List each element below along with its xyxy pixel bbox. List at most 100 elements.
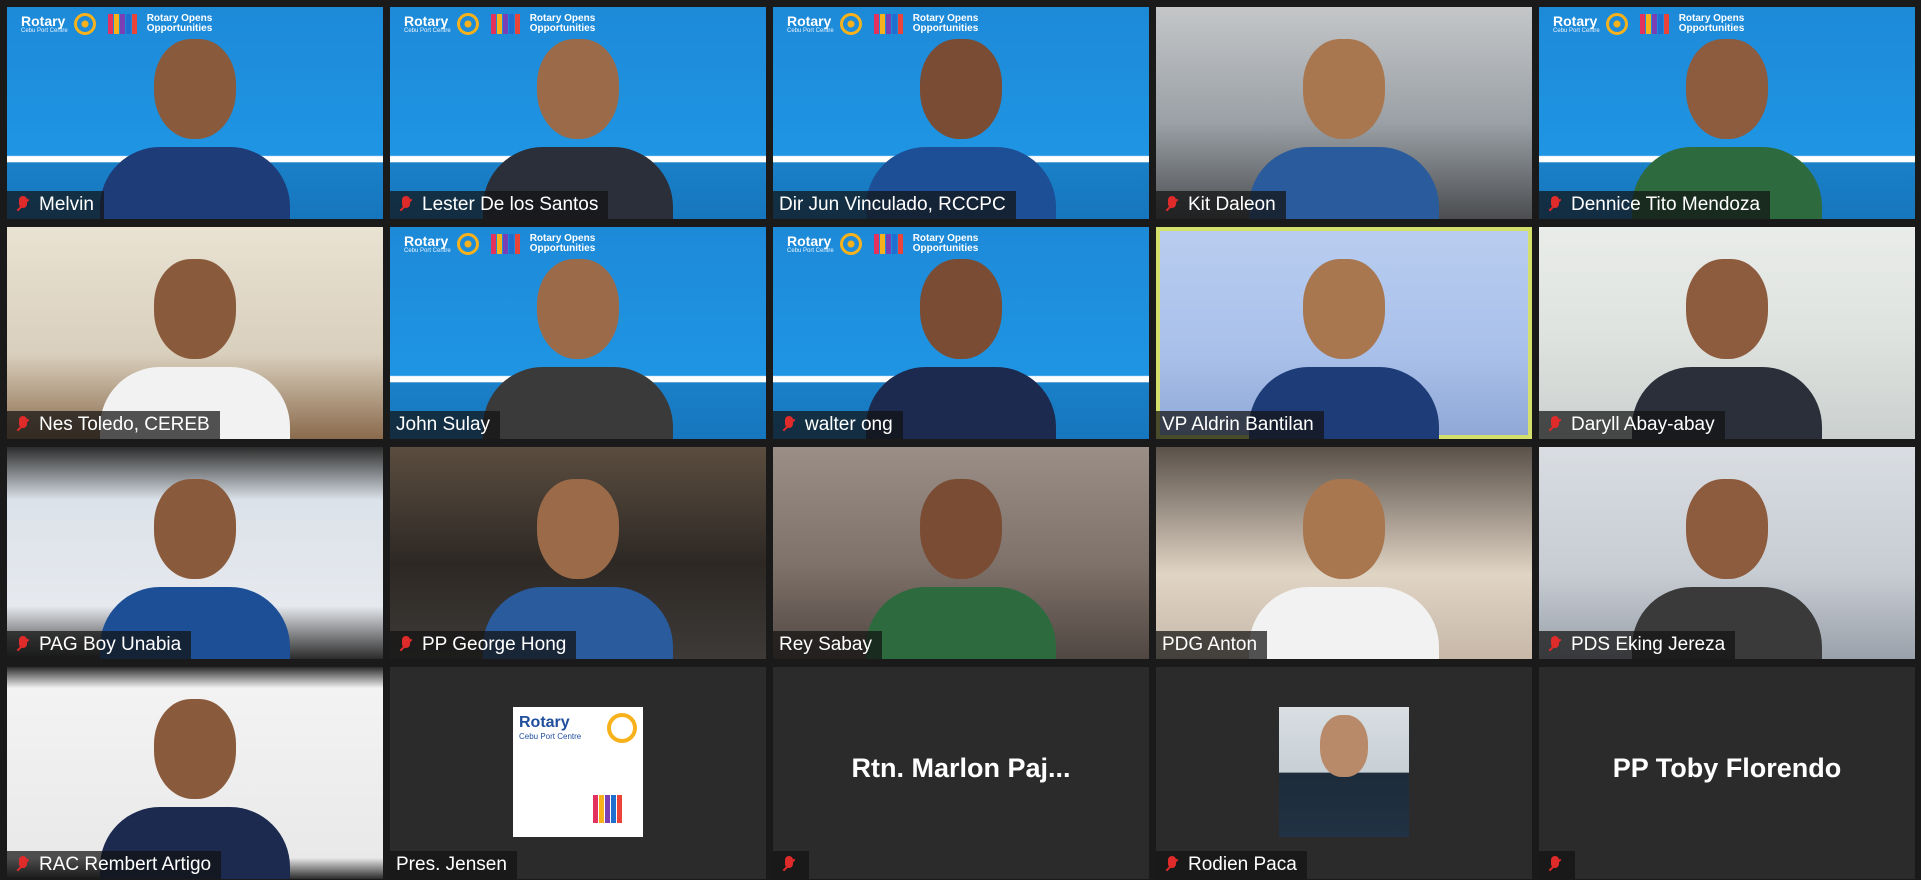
muted-mic-icon: [1545, 415, 1565, 435]
opens-opportunities-text: Rotary Opens Opportunities: [529, 12, 596, 34]
participant-tile[interactable]: PAG Boy Unabia: [7, 447, 383, 659]
participant-name-label: Nes Toledo, CEREB: [7, 411, 220, 439]
rotary-banner: Rotary Cebu Port Centre Rotary Opens Oppor…: [787, 13, 983, 35]
muted-mic-icon: [1545, 635, 1565, 655]
rotary-wordmark: Rotary Cebu Port Centre: [21, 14, 68, 34]
participant-tile[interactable]: Nes Toledo, CEREB: [7, 227, 383, 439]
profile-face: [1320, 715, 1368, 777]
muted-mic-icon: [13, 635, 33, 655]
opens-opportunities-text: Rotary Opens Opportunities: [912, 232, 979, 254]
muted-mic-icon: [13, 195, 33, 215]
participant-name: Pres. Jensen: [396, 854, 507, 875]
video-gallery: Rotary Cebu Port Centre Rotary Opens Oppor…: [7, 7, 1915, 879]
participant-tile[interactable]: Rodien Paca: [1156, 667, 1532, 879]
participant-tile[interactable]: Rey Sabay: [773, 447, 1149, 659]
muted-mic-icon: [396, 195, 416, 215]
participant-tile[interactable]: Rotary Cebu Port Centre Pres. Jensen: [390, 667, 766, 879]
rotary-wheel-icon: [73, 13, 96, 35]
rotary-text: Rotary: [787, 233, 832, 249]
rotary-bars-icon: [107, 14, 137, 34]
participant-name: VP Aldrin Bantilan: [1162, 414, 1314, 435]
participant-name-label: PDS Eking Jereza: [1539, 631, 1736, 659]
rotary-wordmark: Rotary Cebu Port Centre: [404, 234, 451, 254]
participant-name: John Sulay: [396, 414, 491, 435]
participant-name-label: Pres. Jensen: [390, 851, 517, 879]
participant-name: Dennice Tito Mendoza: [1571, 194, 1761, 215]
participant-tile[interactable]: PDS Eking Jereza: [1539, 447, 1915, 659]
participant-name-label: Kit Daleon: [1156, 191, 1286, 219]
rotary-bars-icon: [490, 234, 520, 254]
participant-name-label: Rey Sabay: [773, 631, 882, 659]
participant-name-label: Dir Jun Vinculado, RCCPC: [773, 191, 1016, 219]
rotary-wheel-icon: [607, 713, 637, 743]
muted-mic-icon: [779, 855, 799, 875]
participant-tile[interactable]: Daryll Abay-abay: [1539, 227, 1915, 439]
participant-name: PP George Hong: [422, 634, 567, 655]
rotary-banner: Rotary Cebu Port Centre Rotary Opens Oppor…: [21, 13, 217, 35]
participant-tile[interactable]: Rotary Cebu Port Centre Rotary Opens Oppor…: [390, 7, 766, 219]
participant-name-label: walter ong: [773, 411, 903, 439]
opens-opportunities-text: Rotary Opens Opportunities: [529, 232, 596, 254]
participant-tile[interactable]: Rtn. Marlon Paj...: [773, 667, 1149, 879]
rotary-text: Rotary: [404, 13, 449, 29]
participant-tile[interactable]: PDG Anton: [1156, 447, 1532, 659]
club-text: Cebu Port Centre: [787, 248, 834, 254]
opens-opportunities-text: Rotary Opens Opportunities: [1678, 12, 1745, 34]
rotary-banner: Rotary Cebu Port Centre Rotary Opens Oppor…: [404, 13, 600, 35]
participant-name: PDS Eking Jereza: [1571, 634, 1726, 655]
muted-mic-icon: [13, 415, 33, 435]
participant-name: walter ong: [805, 414, 893, 435]
participant-tile[interactable]: Kit Daleon: [1156, 7, 1532, 219]
rotary-text: Rotary: [21, 13, 66, 29]
muted-mic-icon: [1545, 195, 1565, 215]
participant-display-name: PP Toby Florendo: [1612, 753, 1842, 783]
participant-tile[interactable]: Rotary Cebu Port Centre Rotary Opens Oppor…: [773, 227, 1149, 439]
rotary-wheel-icon: [1605, 13, 1628, 35]
participant-name: RAC Rembert Artigo: [39, 854, 212, 875]
participant-name: Daryll Abay-abay: [1571, 414, 1715, 435]
rotary-banner: Rotary Cebu Port Centre Rotary Opens Oppor…: [404, 233, 600, 255]
rotary-banner: Rotary Cebu Port Centre Rotary Opens Oppor…: [1553, 13, 1749, 35]
participant-tile[interactable]: Rotary Cebu Port Centre Rotary Opens Oppor…: [1539, 7, 1915, 219]
rotary-text: Rotary: [404, 233, 449, 249]
club-text: Cebu Port Centre: [404, 248, 451, 254]
rotary-wheel-icon: [839, 13, 862, 35]
participant-tile[interactable]: Rotary Cebu Port Centre Rotary Opens Oppor…: [773, 7, 1149, 219]
muted-mic-icon: [1162, 195, 1182, 215]
muted-mic-icon: [1545, 855, 1565, 875]
rotary-wordmark: Rotary Cebu Port Centre: [787, 234, 834, 254]
opens-opportunities-text: Rotary Opens Opportunities: [146, 12, 213, 34]
participant-name-label: [773, 851, 809, 879]
participant-name-label: Melvin: [7, 191, 104, 219]
club-text: Cebu Port Centre: [21, 28, 68, 34]
rotary-bars-icon: [490, 14, 520, 34]
club-text: Cebu Port Centre: [404, 28, 451, 34]
rotary-bars-icon: [873, 14, 903, 34]
rotary-wheel-icon: [456, 13, 479, 35]
participant-name-label: Dennice Tito Mendoza: [1539, 191, 1771, 219]
profile-picture: [1279, 707, 1409, 837]
participant-tile[interactable]: Rotary Cebu Port Centre Rotary Opens Oppor…: [7, 7, 383, 219]
club-text: Cebu Port Centre: [787, 28, 834, 34]
participant-tile[interactable]: PP Toby Florendo: [1539, 667, 1915, 879]
rotary-wheel-icon: [456, 233, 479, 255]
participant-tile[interactable]: RAC Rembert Artigo: [7, 667, 383, 879]
participant-name: PDG Anton: [1162, 634, 1258, 655]
participant-name: Rodien Paca: [1188, 854, 1297, 875]
participant-tile[interactable]: PP George Hong: [390, 447, 766, 659]
muted-mic-icon: [1162, 855, 1182, 875]
participant-name-label: Daryll Abay-abay: [1539, 411, 1725, 439]
participant-name-label: VP Aldrin Bantilan: [1156, 411, 1324, 439]
rotary-bars-icon: [593, 795, 622, 823]
opens-opportunities-text: Rotary Opens Opportunities: [912, 12, 979, 34]
muted-mic-icon: [396, 635, 416, 655]
participant-name-label: Rodien Paca: [1156, 851, 1307, 879]
participant-name-label: John Sulay: [390, 411, 501, 439]
participant-tile[interactable]: VP Aldrin Bantilan: [1156, 227, 1532, 439]
club-text: Cebu Port Centre: [1553, 28, 1600, 34]
participant-tile[interactable]: Rotary Cebu Port Centre Rotary Opens Oppor…: [390, 227, 766, 439]
participant-name-label: PP George Hong: [390, 631, 577, 659]
rotary-text: Rotary: [519, 714, 570, 731]
muted-mic-icon: [13, 855, 33, 875]
participant-name: Nes Toledo, CEREB: [39, 414, 210, 435]
